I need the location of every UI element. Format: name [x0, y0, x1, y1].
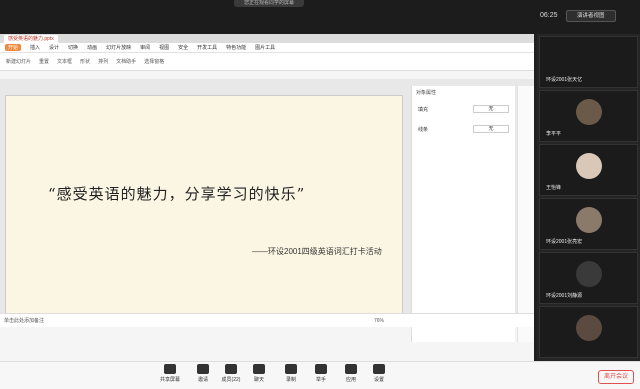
slide-quote: “感受英语的魅力，分享学习的快乐”	[48, 185, 306, 203]
tab-strip: 感受英语的魅力.pptx	[0, 34, 534, 43]
meeting-topbar: 您正在观看同学的屏幕 06:25 演讲者视图	[0, 0, 640, 34]
hand-icon	[315, 364, 327, 374]
menu-slideshow[interactable]: 幻灯片放映	[106, 44, 131, 51]
file-tab[interactable]: 感受英语的魅力.pptx	[4, 34, 58, 43]
participant-name: 李平平	[546, 131, 562, 137]
menu-review[interactable]: 审阅	[140, 44, 150, 51]
selection-pane-button[interactable]: 选择窗格	[144, 58, 164, 65]
avatar	[576, 261, 602, 287]
chat-button[interactable]: 聊天	[244, 364, 274, 383]
menu-features[interactable]: 特色功能	[226, 44, 246, 51]
props-title: 对象属性	[416, 90, 437, 96]
apps-button[interactable]: 应用	[336, 364, 366, 383]
speaker-view-button[interactable]: 演讲者视图	[566, 10, 616, 22]
avatar	[576, 153, 602, 179]
zoom-level: 76%	[373, 317, 384, 324]
menu-transition[interactable]: 切换	[68, 44, 78, 51]
side-rail	[517, 86, 534, 342]
participants-panel: 环设2001张天亿 李平平 王怡锋 环设2001张亮宏 环设2001刘静源	[537, 34, 640, 361]
textbox-button[interactable]: 文本框	[57, 58, 72, 65]
slide-canvas[interactable]: “感受英语的魅力，分享学习的快乐” ——环设2001四级英语词汇打卡活动	[5, 95, 403, 319]
apps-icon	[345, 364, 357, 374]
avatar	[576, 315, 602, 341]
person-add-icon	[197, 364, 209, 374]
participant-tile[interactable]: 环设2001刘静源	[539, 252, 638, 304]
reset-button[interactable]: 重置	[39, 58, 49, 65]
line-label: 线条	[418, 126, 429, 133]
workspace: “感受英语的魅力，分享学习的快乐” ——环设2001四级英语词汇打卡活动 对象属…	[0, 79, 534, 342]
menu-bar: 开始 插入 设计 切换 动画 幻灯片放映 审阅 视图 安全 开发工具 特色功能 …	[0, 43, 534, 53]
members-button[interactable]: 成员(22)	[216, 364, 246, 383]
people-icon	[225, 364, 237, 374]
arrange-button[interactable]: 排列	[98, 58, 108, 65]
notes-placeholder[interactable]: 单击此处添加备注	[4, 317, 44, 324]
share-screen-button[interactable]: 共享屏幕	[155, 364, 185, 383]
leave-meeting-button[interactable]: 离开会议	[598, 370, 634, 384]
tool-label: 设置	[373, 377, 384, 383]
fill-row: 填充 无	[412, 99, 515, 119]
participant-name: 王怡锋	[546, 185, 562, 191]
participant-tile[interactable]: 环设2001张天亿	[539, 36, 638, 88]
avatar	[576, 99, 602, 125]
tool-label: 成员(22)	[221, 377, 241, 383]
invite-button[interactable]: 邀请	[188, 364, 218, 383]
menu-devtools[interactable]: 开发工具	[197, 44, 217, 51]
record-icon	[285, 364, 297, 374]
doc-assistant-button[interactable]: 文档助手	[116, 58, 136, 65]
tool-label: 录制	[285, 377, 296, 383]
settings-button[interactable]: 设置	[364, 364, 394, 383]
line-select[interactable]: 无	[473, 125, 509, 133]
tool-label: 共享屏幕	[159, 377, 180, 383]
new-slide-button[interactable]: 新建幻灯片	[6, 58, 31, 65]
ribbon: 新建幻灯片 重置 文本框 形状 排列 文档助手 选择窗格	[0, 53, 534, 71]
fill-label: 填充	[418, 106, 429, 113]
clock: 06:25	[540, 12, 558, 19]
status-bar: 单击此处添加备注 76%	[0, 313, 534, 327]
participant-tile[interactable]	[539, 306, 638, 358]
meeting-toolbar: 共享屏幕 邀请 成员(22) 聊天 录制 举手 应用 设置 离开会议	[0, 361, 640, 389]
avatar	[576, 207, 602, 233]
menu-design[interactable]: 设计	[49, 44, 59, 51]
properties-pane: 对象属性 填充 无 线条 无	[411, 86, 515, 342]
menu-home[interactable]: 开始	[5, 44, 22, 51]
tool-label: 举手	[315, 377, 326, 383]
tool-label: 邀请	[197, 377, 208, 383]
participant-tile[interactable]: 环设2001张亮宏	[539, 198, 638, 250]
participant-name: 环设2001张亮宏	[546, 239, 583, 245]
tool-label: 应用	[345, 377, 356, 383]
menu-view[interactable]: 视图	[159, 44, 169, 51]
raise-hand-button[interactable]: 举手	[306, 364, 336, 383]
participant-tile[interactable]: 李平平	[539, 90, 638, 142]
shape-button[interactable]: 形状	[80, 58, 90, 65]
share-note: 您正在观看同学的屏幕	[234, 0, 304, 7]
participant-name: 环设2001刘静源	[546, 293, 583, 299]
menu-animation[interactable]: 动画	[87, 44, 97, 51]
menu-security[interactable]: 安全	[178, 44, 188, 51]
chat-icon	[253, 364, 265, 374]
record-button[interactable]: 录制	[276, 364, 306, 383]
tool-label: 聊天	[253, 377, 264, 383]
fill-select[interactable]: 无	[473, 105, 509, 113]
slide-byline: ——环设2001四级英语词汇打卡活动	[252, 247, 382, 256]
participant-tile[interactable]: 王怡锋	[539, 144, 638, 196]
menu-picture-tools[interactable]: 图片工具	[255, 44, 275, 51]
participant-name: 环设2001张天亿	[546, 77, 583, 83]
line-row: 线条 无	[412, 119, 515, 139]
gear-icon	[373, 364, 385, 374]
screen-icon	[164, 364, 176, 374]
menu-insert[interactable]: 插入	[30, 44, 40, 51]
